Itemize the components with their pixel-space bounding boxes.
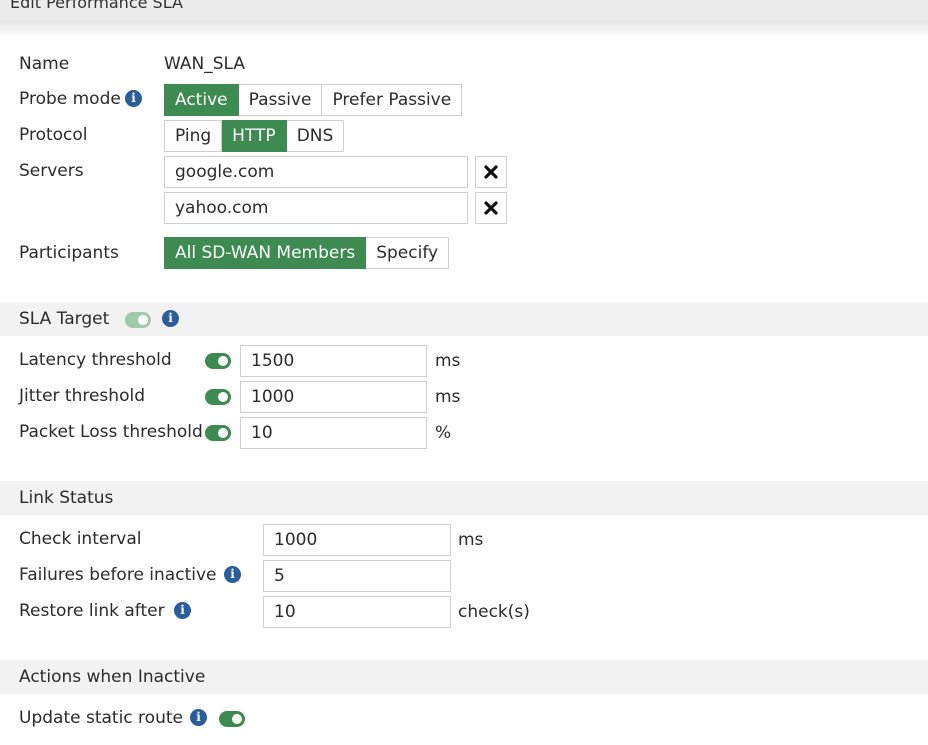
protocol-label: Protocol (19, 125, 88, 145)
restore-link-after-input[interactable]: 10 (263, 596, 451, 628)
update-static-route-label: Update static route (19, 708, 183, 728)
check-interval-label: Check interval (19, 529, 142, 549)
restore-link-unit: check(s) (458, 602, 530, 622)
packet-loss-threshold-toggle[interactable] (205, 425, 231, 441)
latency-threshold-toggle[interactable] (205, 353, 231, 369)
restore-link-after-label: Restore link after (19, 601, 165, 621)
failures-before-inactive-input[interactable]: 5 (263, 560, 451, 592)
protocol-ping-option[interactable]: Ping (164, 120, 223, 152)
info-icon[interactable]: i (190, 709, 207, 726)
info-icon[interactable]: i (224, 566, 241, 583)
actions-title: Actions when Inactive (19, 667, 206, 687)
link-status-title: Link Status (19, 488, 114, 508)
jitter-threshold-label: Jitter threshold (19, 386, 145, 406)
packet-loss-threshold-input[interactable]: 10 (240, 417, 427, 449)
jitter-threshold-input[interactable]: 1000 (240, 381, 427, 413)
info-icon[interactable]: i (174, 602, 191, 619)
participants-selector: All SD-WAN Members Specify (164, 237, 450, 269)
probe-mode-active-option[interactable]: Active (164, 84, 239, 116)
server-input-2[interactable]: yahoo.com (164, 192, 468, 224)
latency-unit: ms (435, 351, 461, 371)
packet-loss-unit: % (435, 423, 452, 443)
probe-mode-passive-option[interactable]: Passive (238, 84, 323, 116)
failures-before-inactive-label: Failures before inactive (19, 565, 217, 585)
name-value: WAN_SLA (164, 54, 246, 74)
server-input-1[interactable]: google.com (164, 156, 468, 188)
latency-threshold-label: Latency threshold (19, 350, 172, 370)
update-static-route-toggle[interactable] (219, 711, 245, 727)
check-interval-unit: ms (458, 530, 484, 550)
jitter-unit: ms (435, 387, 461, 407)
name-label: Name (19, 54, 70, 74)
participants-specify-option[interactable]: Specify (366, 237, 450, 269)
dialog-title: Edit Performance SLA (10, 0, 183, 12)
header-shadow (0, 20, 928, 38)
protocol-selector: Ping HTTP DNS (164, 120, 345, 152)
info-icon[interactable]: i (125, 90, 142, 107)
link-status-section-header (0, 481, 928, 515)
latency-threshold-input[interactable]: 1500 (240, 345, 427, 377)
jitter-threshold-toggle[interactable] (205, 389, 231, 405)
servers-label: Servers (19, 161, 84, 181)
participants-label: Participants (19, 243, 119, 263)
probe-mode-label: Probe mode (19, 89, 121, 109)
close-icon (484, 165, 498, 179)
info-icon[interactable]: i (162, 310, 179, 327)
protocol-http-option[interactable]: HTTP (222, 120, 287, 152)
packet-loss-threshold-label: Packet Loss threshold (19, 422, 203, 442)
sla-target-title: SLA Target (19, 309, 110, 329)
participants-all-members-option[interactable]: All SD-WAN Members (164, 237, 367, 269)
sla-target-toggle[interactable] (125, 312, 151, 328)
probe-mode-prefer-passive-option[interactable]: Prefer Passive (322, 84, 463, 116)
probe-mode-selector: Active Passive Prefer Passive (164, 84, 463, 116)
remove-server-1-button[interactable] (475, 156, 507, 188)
remove-server-2-button[interactable] (475, 192, 507, 224)
close-icon (484, 201, 498, 215)
check-interval-input[interactable]: 1000 (263, 524, 451, 556)
protocol-dns-option[interactable]: DNS (286, 120, 345, 152)
